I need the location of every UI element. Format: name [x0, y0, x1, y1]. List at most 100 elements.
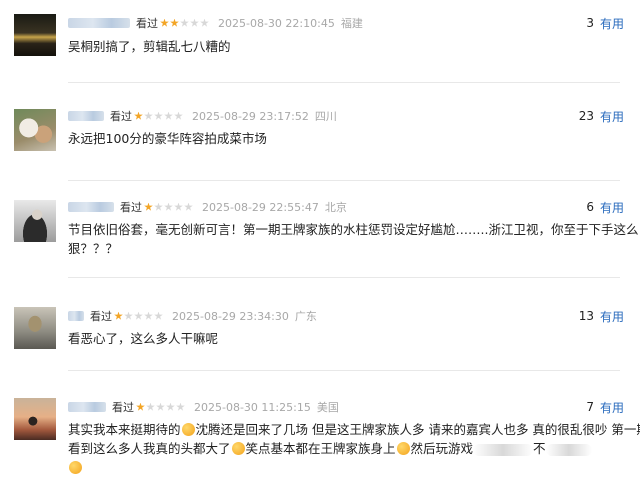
comment-item: 看过 2025-08-29 22:55:47 北京 6 有用 节目依旧俗套，毫无… — [0, 198, 640, 278]
divider — [68, 277, 620, 278]
useful-vote[interactable]: 7 有用 — [586, 398, 624, 416]
star-empty-icon — [200, 18, 209, 27]
comment-location: 广东 — [294, 310, 317, 323]
star-rating — [134, 111, 184, 121]
star-filled-icon — [134, 111, 143, 120]
comment-meta: 看过 2025-08-30 11:25:15 美国 — [68, 398, 339, 416]
comment-text-line: 狠？？？ — [68, 241, 119, 256]
useful-button[interactable]: 有用 — [600, 108, 624, 125]
star-rating — [160, 18, 210, 28]
useful-vote[interactable]: 6 有用 — [586, 198, 624, 216]
comment-location: 美国 — [316, 401, 339, 414]
star-empty-icon — [144, 311, 153, 320]
useful-button[interactable]: 有用 — [600, 15, 624, 32]
useful-count: 7 — [586, 400, 594, 414]
comment-text: 看恶心了，这么多人干嘛呢 — [68, 331, 219, 346]
star-empty-icon — [164, 202, 173, 211]
star-rating — [144, 202, 194, 212]
comment-text: 其实我本来挺期待的 沈腾还是回来了几场 但是这王牌家族人多 请来的嘉宾人也多 真的… — [68, 420, 640, 477]
comment-location: 北京 — [324, 201, 347, 214]
comment-time: 2025-08-29 22:55:47 — [202, 200, 319, 214]
star-empty-icon — [174, 111, 183, 120]
useful-button[interactable]: 有用 — [600, 308, 624, 325]
star-filled-icon — [160, 18, 169, 27]
divider — [68, 180, 620, 181]
comment-text-fragment: 然后玩游戏 — [410, 441, 474, 456]
useful-vote[interactable]: 23 有用 — [579, 107, 624, 125]
useful-count: 3 — [586, 16, 594, 30]
useful-button[interactable]: 有用 — [600, 399, 624, 416]
star-empty-icon — [154, 202, 163, 211]
star-filled-icon — [144, 202, 153, 211]
avatar[interactable] — [14, 398, 56, 440]
comment-item: 看过 2025-08-29 23:17:52 四川 23 有用 永远把100分的… — [0, 107, 640, 187]
comment-time: 2025-08-30 11:25:15 — [194, 400, 311, 414]
username[interactable] — [68, 402, 106, 412]
useful-vote[interactable]: 13 有用 — [579, 307, 624, 325]
comment-text-line: 其实我本来挺期待的 沈腾还是回来了几场 但是这王牌家族人多 请来的嘉宾人也多 真的… — [68, 420, 640, 439]
useful-button[interactable]: 有用 — [600, 199, 624, 216]
avatar[interactable] — [14, 109, 56, 151]
username[interactable] — [68, 111, 104, 121]
star-empty-icon — [144, 111, 153, 120]
comment-text-fragment: 笑点基本都在王牌家族身上 — [245, 441, 396, 456]
comment-text-line — [68, 458, 620, 477]
star-empty-icon — [154, 311, 163, 320]
watched-status: 看过 — [110, 110, 132, 123]
comment-meta: 看过 2025-08-29 22:55:47 北京 — [68, 198, 347, 216]
star-empty-icon — [174, 202, 183, 211]
useful-count: 6 — [586, 200, 594, 214]
comment-time: 2025-08-29 23:34:30 — [172, 309, 289, 323]
comment-text: 永远把100分的豪华阵容拍成菜市场 — [68, 131, 267, 146]
comment-text: 吴桐别搞了，剪辑乱七八糟的 — [68, 39, 231, 54]
blurred-text — [473, 443, 534, 456]
star-empty-icon — [176, 402, 185, 411]
watched-status: 看过 — [120, 201, 142, 214]
star-rating — [114, 311, 164, 321]
star-filled-icon — [114, 311, 123, 320]
comment-text-fragment: 不 — [533, 441, 546, 456]
comment-item: 看过 2025-08-30 22:10:45 福建 3 有用 吴桐别搞了，剪辑乱… — [0, 12, 640, 82]
comment-text-fragment: 看到这么多人我真的头都大了 — [68, 441, 231, 456]
avatar[interactable] — [14, 307, 56, 349]
star-empty-icon — [166, 402, 175, 411]
comment-location: 福建 — [340, 17, 363, 30]
watched-status: 看过 — [112, 401, 134, 414]
divider — [68, 82, 620, 83]
star-filled-icon — [170, 18, 179, 27]
star-empty-icon — [146, 402, 155, 411]
comment-text-line: 看到这么多人我真的头都大了 笑点基本都在王牌家族身上 然后玩游戏 不 — [68, 439, 620, 458]
useful-vote[interactable]: 3 有用 — [586, 14, 624, 32]
username[interactable] — [68, 202, 114, 212]
comment-text-fragment: 其实我本来挺期待的 — [68, 422, 181, 437]
emoji-icon — [69, 461, 82, 474]
star-empty-icon — [124, 311, 133, 320]
star-rating — [136, 402, 186, 412]
comment-item: 看过 2025-08-30 11:25:15 美国 7 有用 其实我本来挺期待的… — [0, 398, 640, 474]
star-empty-icon — [134, 311, 143, 320]
comment-text: 节目依旧俗套，毫无创新可言！第一期王牌家族的水柱惩罚设定好尴尬……..浙江卫视，… — [68, 220, 639, 258]
comment-location: 四川 — [314, 110, 337, 123]
comment-meta: 看过 2025-08-29 23:17:52 四川 — [68, 107, 337, 125]
comment-time: 2025-08-29 23:17:52 — [192, 109, 309, 123]
avatar[interactable] — [14, 14, 56, 56]
comment-text-fragment: 沈腾还是回来了几场 但是这王牌家族人多 请来的嘉宾人也多 真的很乱很吵 第一期 — [195, 422, 640, 437]
username[interactable] — [68, 18, 130, 28]
comment-text-line: 节目依旧俗套，毫无创新可言！第一期王牌家族的水柱惩罚设定好尴尬……..浙江卫视，… — [68, 222, 639, 237]
divider — [68, 370, 620, 371]
star-empty-icon — [164, 111, 173, 120]
avatar[interactable] — [14, 200, 56, 242]
comment-time: 2025-08-30 22:10:45 — [218, 16, 335, 30]
emoji-icon — [396, 442, 410, 455]
useful-count: 13 — [578, 309, 594, 323]
comment-meta: 看过 2025-08-29 23:34:30 广东 — [68, 307, 317, 325]
blurred-text — [545, 443, 592, 456]
comment-item: 看过 2025-08-29 23:34:30 广东 13 有用 看恶心了，这么多… — [0, 307, 640, 377]
emoji-icon — [231, 442, 245, 455]
star-empty-icon — [156, 402, 165, 411]
star-empty-icon — [180, 18, 189, 27]
watched-status: 看过 — [136, 17, 158, 30]
star-filled-icon — [136, 402, 145, 411]
username[interactable] — [68, 311, 84, 321]
star-empty-icon — [154, 111, 163, 120]
